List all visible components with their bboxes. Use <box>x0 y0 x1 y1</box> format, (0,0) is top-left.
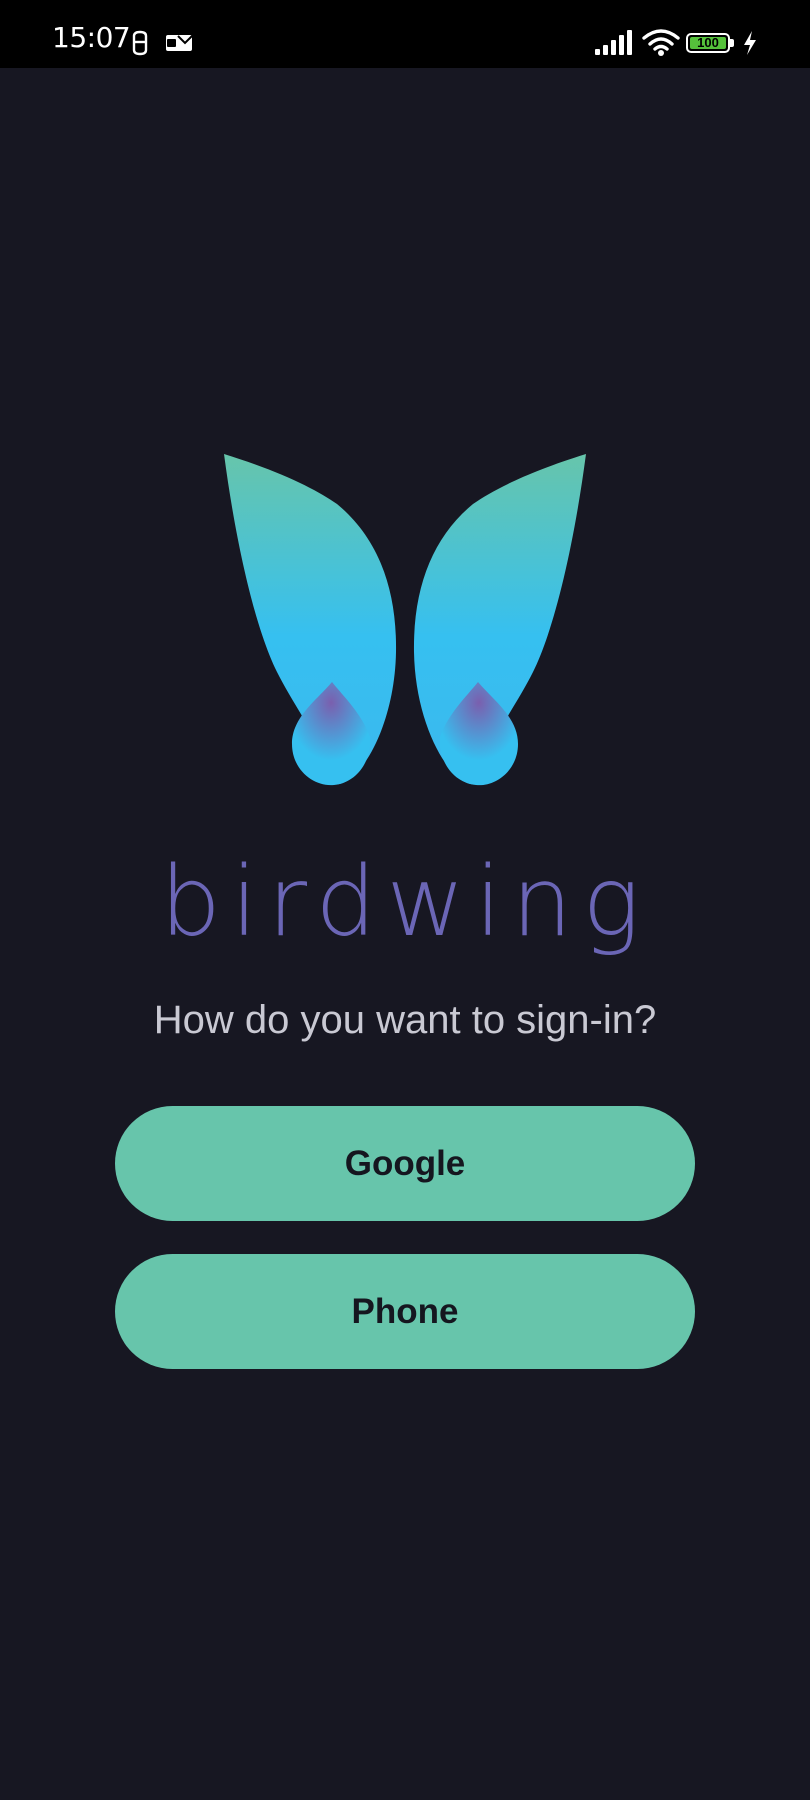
wifi-icon <box>642 29 680 56</box>
charging-icon <box>744 31 756 55</box>
birdwing-logo-icon <box>224 454 586 786</box>
status-time: 15:07 <box>52 21 131 54</box>
sign-in-screen: 15:07 100 birdwing How do you want to si… <box>0 0 810 1800</box>
battery-icon: 100 <box>686 33 736 55</box>
battery-tip <box>730 39 734 47</box>
status-bar: 15:07 100 <box>0 0 810 68</box>
google-signin-button[interactable]: Google <box>115 1106 695 1221</box>
phone-signin-button[interactable]: Phone <box>115 1254 695 1369</box>
app-wordmark: birdwing <box>160 846 650 958</box>
signin-prompt: How do you want to sign-in? <box>153 998 657 1042</box>
battery-body: 100 <box>686 33 730 53</box>
mail-icon <box>166 35 193 51</box>
notification-icon <box>132 30 148 56</box>
battery-level: 100 <box>690 36 726 49</box>
signal-icon <box>595 30 632 55</box>
